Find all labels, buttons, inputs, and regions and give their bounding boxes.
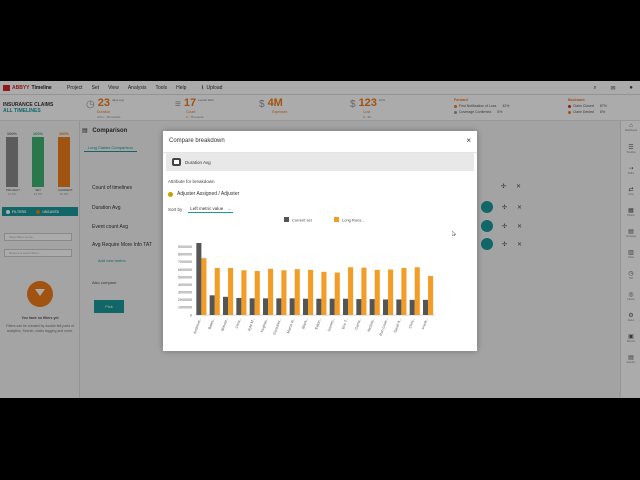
y-tick-label: 2000000 xyxy=(178,298,192,302)
y-tick-label: 4000000 xyxy=(178,283,192,287)
chart-bar xyxy=(316,298,322,315)
y-tick-label: 8000000 xyxy=(178,253,192,257)
attribute-icon xyxy=(168,191,173,197)
chart-bar xyxy=(228,268,234,315)
chart-bar xyxy=(214,268,220,315)
chart-bar xyxy=(401,268,407,315)
sort-value: Left metric value xyxy=(190,206,224,211)
chart-bar xyxy=(201,258,207,315)
x-tick-label: Nichols... xyxy=(367,317,376,332)
attribute-value: Adjuster Assigned / Adjuster xyxy=(177,191,240,197)
x-tick-label: Chris... xyxy=(408,317,416,329)
x-tick-label: Andrews... xyxy=(193,317,203,334)
chart-bar xyxy=(383,299,389,315)
chart-bar xyxy=(303,298,309,315)
chart-bar xyxy=(409,299,415,315)
chart-bar xyxy=(223,296,229,315)
x-tick-label: Hughes... xyxy=(260,317,269,333)
y-tick-label: 7000000 xyxy=(178,260,192,264)
chart-bar xyxy=(414,267,420,315)
y-tick-label: 6000000 xyxy=(178,268,192,272)
sort-label: Sort by xyxy=(168,207,183,212)
chart-bar xyxy=(196,243,202,315)
chart-bar xyxy=(276,298,282,315)
chart-bar xyxy=(348,267,354,315)
y-tick-label: 3000000 xyxy=(178,291,192,295)
chart-bar xyxy=(396,299,402,315)
chart-bar xyxy=(289,298,295,315)
chart-bar xyxy=(268,268,274,315)
chart-bar xyxy=(236,297,242,315)
x-tick-label: Kyle M... xyxy=(247,317,256,332)
chart-bar xyxy=(356,299,362,315)
chart-bar xyxy=(361,267,367,315)
chart-bar xyxy=(329,298,335,315)
metric-icon xyxy=(172,158,181,166)
chart-bar xyxy=(374,269,380,315)
sort-select[interactable]: Left metric value ⌄ xyxy=(188,206,234,213)
x-tick-label: Eric T... xyxy=(341,317,349,330)
chart-bar xyxy=(321,271,327,315)
chart-bar xyxy=(263,298,269,315)
legend-swatch xyxy=(334,217,339,222)
attribute-selector[interactable]: Adjuster Assigned / Adjuster xyxy=(168,191,239,197)
x-tick-label: Eaton... xyxy=(314,317,322,330)
x-tick-label: Brewst... xyxy=(220,317,229,332)
x-tick-label: Sarah K... xyxy=(393,317,402,333)
sort-row: Sort by Left metric value ⌄ xyxy=(168,206,234,213)
metric-name: Duration Avg xyxy=(185,159,211,165)
chart-bar xyxy=(209,295,215,315)
close-icon[interactable]: × xyxy=(466,136,471,145)
chart-bar xyxy=(249,298,255,315)
chart-bar xyxy=(423,299,429,315)
chart-bar xyxy=(294,269,300,315)
x-tick-label: Black... xyxy=(301,317,309,329)
chart-bar xyxy=(334,272,340,315)
chart-bar xyxy=(308,269,314,315)
chart-bar xyxy=(343,298,349,315)
x-tick-label: Chris... xyxy=(235,317,243,329)
x-tick-label: Frank... xyxy=(421,317,429,330)
y-tick-label: 5000000 xyxy=(178,275,192,279)
selected-metric: Duration Avg xyxy=(166,153,474,171)
x-tick-label: Ron Lowe... xyxy=(379,317,389,336)
x-tick-label: Gomez... xyxy=(327,317,336,332)
chart-bar xyxy=(281,270,287,315)
chevron-down-icon: ⌄ xyxy=(227,206,232,211)
y-tick-label: 9000000 xyxy=(178,245,192,249)
compare-breakdown-dialog: Compare breakdown × Duration Avg Attribu… xyxy=(163,131,477,351)
legend-label: Long Runs... xyxy=(342,218,365,223)
y-tick-label: 1000000 xyxy=(178,306,192,310)
dialog-title: Compare breakdown xyxy=(169,138,225,144)
mouse-cursor-icon xyxy=(452,231,456,236)
chart-bar xyxy=(369,299,375,315)
attribute-label: Attribute for breakdown xyxy=(168,179,215,184)
x-tick-label: Garris... xyxy=(354,317,362,330)
chart-bar xyxy=(388,269,394,315)
chart-bar xyxy=(254,271,260,315)
y-tick-label: 0 xyxy=(190,313,192,317)
x-tick-label: Gonzalez... xyxy=(272,317,282,335)
legend-swatch xyxy=(284,217,289,222)
dialog-header: Compare breakdown × xyxy=(163,131,477,153)
legend-label: Current set xyxy=(292,218,313,223)
chart-bar xyxy=(241,270,247,315)
app-window: ABBYY Timeline Project Set View Analysis… xyxy=(0,81,640,398)
chart-bar xyxy=(428,275,434,315)
x-tick-label: Bates... xyxy=(208,317,216,330)
x-tick-label: Marco N... xyxy=(286,317,295,334)
breakdown-chart: Current set Long Runs... 9000000 8000000 700… xyxy=(178,217,435,336)
